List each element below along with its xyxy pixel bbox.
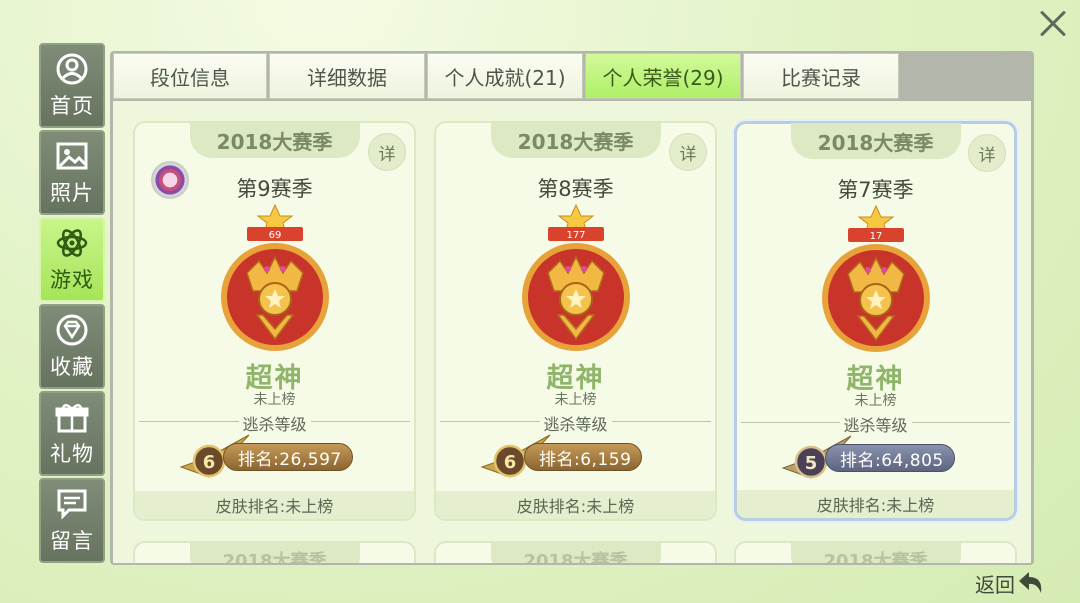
season-card-partial: 2018大赛季 xyxy=(434,541,717,563)
detail-button[interactable]: 详 xyxy=(968,134,1006,172)
detail-button[interactable]: 详 xyxy=(669,133,707,171)
season-year-banner: 2018大赛季 xyxy=(490,542,661,563)
gift-icon xyxy=(55,400,89,434)
rank-status: 未上榜 xyxy=(253,392,296,408)
honor-list[interactable]: 2018大赛季 详 第9赛季 69 超神 未上榜 逃杀等级 6 排名:26,59… xyxy=(113,101,1031,563)
medal-number: 69 xyxy=(268,230,281,241)
profile-icon xyxy=(55,52,89,86)
return-label: 返回 xyxy=(975,572,1015,597)
sidebar-item-gifts[interactable]: 礼物 xyxy=(39,391,105,476)
medal-number: 177 xyxy=(566,230,585,241)
tab-achievements[interactable]: 个人成就(21) xyxy=(427,53,583,99)
season-year-banner: 2018大赛季 xyxy=(490,122,661,158)
sidebar-item-label: 首页 xyxy=(50,93,94,118)
season-card: 2018大赛季 详 第8赛季 177 超神 未上榜 逃杀等级 6 排名:6,15… xyxy=(434,121,717,521)
honor-panel: 段位信息 详细数据 个人成就(21) 个人荣誉(29) 比赛记录 2018大赛季… xyxy=(110,51,1034,565)
supreme-rank-medal-icon: 17 xyxy=(821,204,930,352)
sidebar-item-favorites[interactable]: 收藏 xyxy=(39,304,105,389)
season-title: 第7赛季 xyxy=(837,178,914,202)
skin-ranking: 皮肤排名:未上榜 xyxy=(737,490,1014,518)
season-card: 2018大赛季 详 第9赛季 69 超神 未上榜 逃杀等级 6 排名:26,59… xyxy=(133,121,416,521)
ranking-pill: 排名:6,159 xyxy=(524,443,643,471)
close-icon[interactable] xyxy=(1032,4,1074,44)
level-number: 5 xyxy=(805,453,818,474)
rank-status: 未上榜 xyxy=(554,392,597,408)
rank-status: 未上榜 xyxy=(854,393,897,409)
season-year-banner: 2018大赛季 xyxy=(790,123,961,159)
sidebar-item-label: 收藏 xyxy=(50,354,94,379)
skin-ranking: 皮肤排名:未上榜 xyxy=(436,491,715,519)
season-year-banner: 2018大赛季 xyxy=(790,542,961,563)
tab-rank-info[interactable]: 段位信息 xyxy=(113,53,267,99)
supreme-rank-medal-icon: 69 xyxy=(220,203,329,351)
sidebar-item-label: 留言 xyxy=(50,528,94,553)
tab-detailed-data[interactable]: 详细数据 xyxy=(269,53,425,99)
photo-icon xyxy=(55,139,89,173)
season-title: 第9赛季 xyxy=(236,177,313,201)
season-year-banner: 2018大赛季 xyxy=(189,122,360,158)
skin-ranking: 皮肤排名:未上榜 xyxy=(135,491,414,519)
season-year-banner: 2018大赛季 xyxy=(189,542,360,563)
sidebar-item-label: 照片 xyxy=(50,180,94,205)
sidebar: 首页 照片 游戏 收藏 礼物 留言 xyxy=(39,43,105,565)
tab-bar: 段位信息 详细数据 个人成就(21) 个人荣誉(29) 比赛记录 xyxy=(113,53,901,99)
tab-match-records[interactable]: 比赛记录 xyxy=(743,53,899,99)
return-arrow-icon xyxy=(1019,572,1042,593)
ranking-pill: 排名:26,597 xyxy=(223,443,353,471)
level-number: 6 xyxy=(203,452,216,473)
message-icon xyxy=(55,487,89,521)
medal-number: 17 xyxy=(869,231,882,242)
atom-icon xyxy=(55,226,89,260)
season-card-partial: 2018大赛季 xyxy=(734,541,1017,563)
diamond-icon xyxy=(55,313,89,347)
season-title: 第8赛季 xyxy=(537,177,614,201)
level-number: 6 xyxy=(504,452,517,473)
ranking-pill: 排名:64,805 xyxy=(825,444,955,472)
sidebar-item-label: 礼物 xyxy=(50,441,94,466)
sidebar-item-label: 游戏 xyxy=(50,267,94,292)
season-card-partial: 2018大赛季 xyxy=(133,541,416,563)
detail-button[interactable]: 详 xyxy=(368,133,406,171)
sidebar-item-home[interactable]: 首页 xyxy=(39,43,105,128)
return-button[interactable]: 返回 xyxy=(975,566,1065,600)
sidebar-item-games[interactable]: 游戏 xyxy=(39,217,105,302)
sidebar-item-messages[interactable]: 留言 xyxy=(39,478,105,563)
sidebar-item-photos[interactable]: 照片 xyxy=(39,130,105,215)
season-card-selected: 2018大赛季 详 第7赛季 17 超神 未上榜 逃杀等级 5 排名:64,80… xyxy=(734,121,1017,521)
tab-honors[interactable]: 个人荣誉(29) xyxy=(585,53,741,99)
supreme-rank-medal-icon: 177 xyxy=(521,203,630,351)
